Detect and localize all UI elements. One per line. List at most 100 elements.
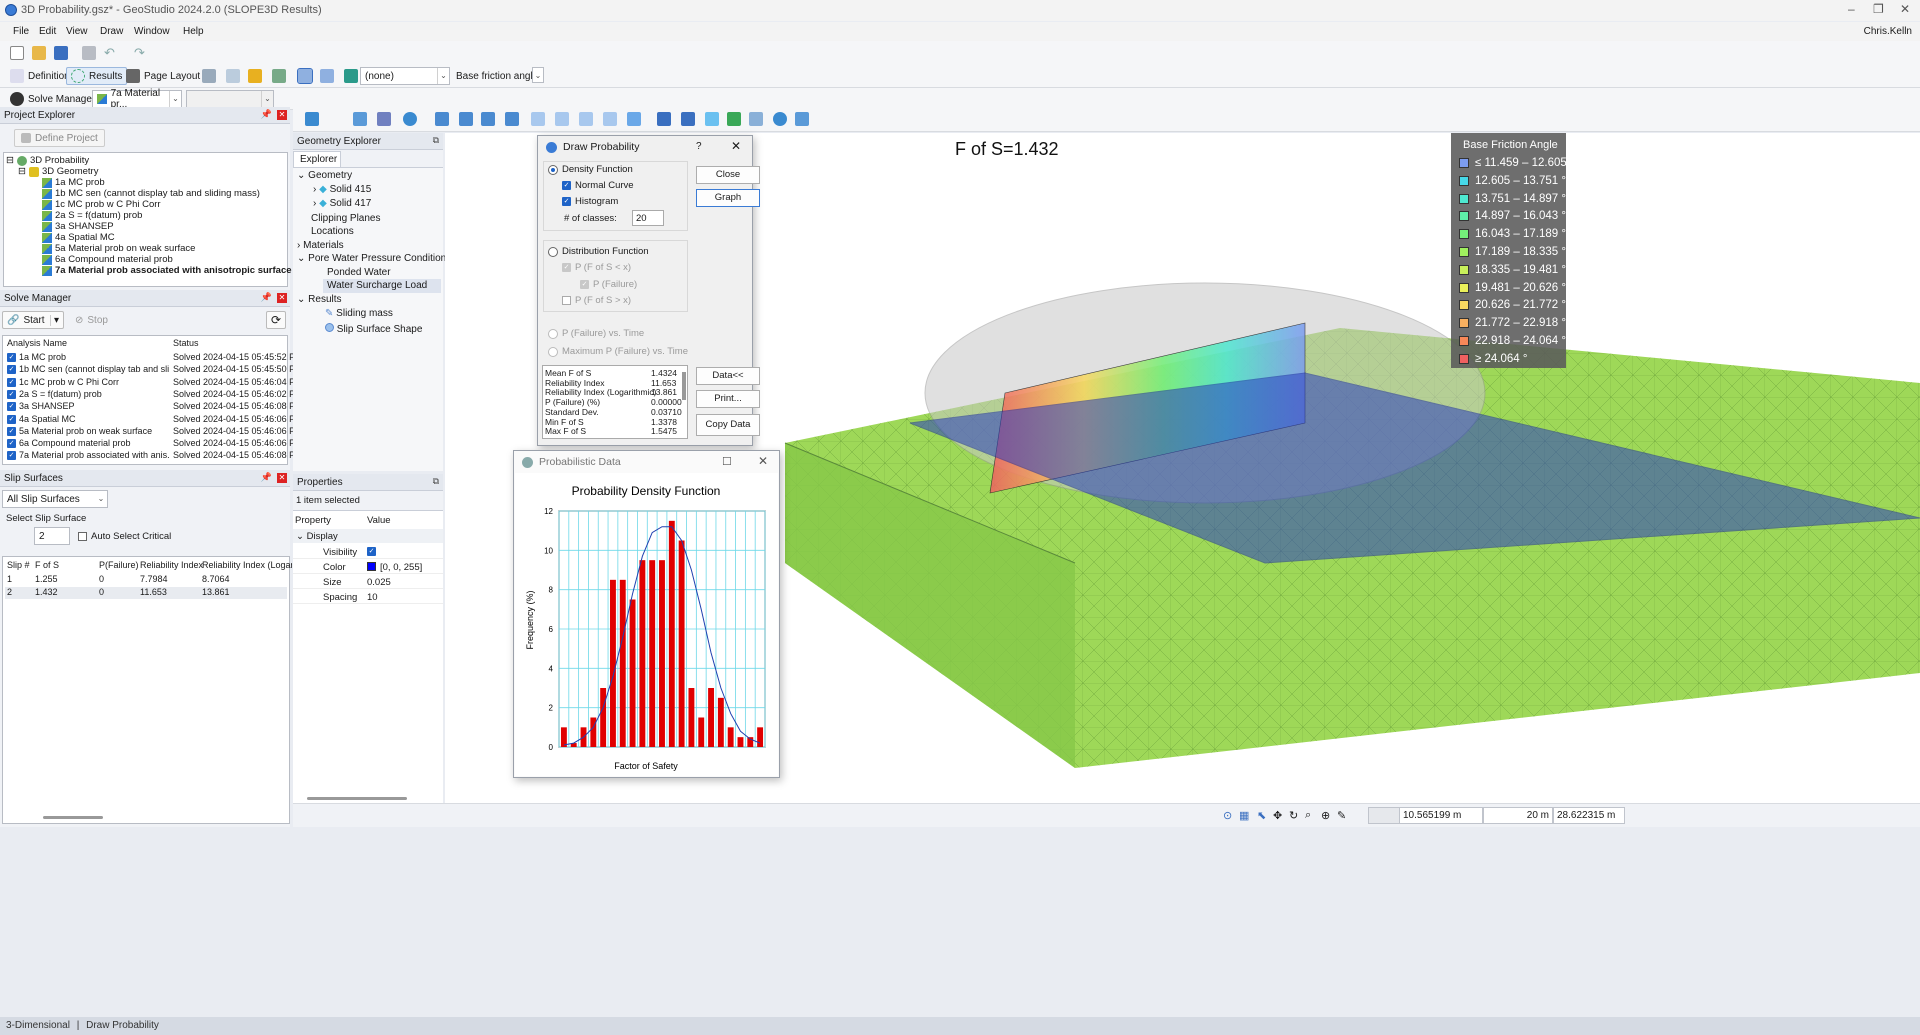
close-button[interactable]: Close <box>696 166 760 184</box>
vertical-scrollbar[interactable] <box>682 372 686 400</box>
tree-locations[interactable]: Locations <box>311 226 354 237</box>
pin-icon[interactable]: ⧉ <box>433 476 439 487</box>
results-button[interactable]: Results <box>66 67 128 85</box>
table-row[interactable]: 1 1.255 0 7.7984 8.7064 <box>5 574 287 586</box>
view-iso-icon[interactable] <box>603 112 617 126</box>
copy-data-button[interactable]: Copy Data <box>696 414 760 436</box>
tree-analysis-1c[interactable]: 1c MC prob w C Phi Corr <box>42 199 161 210</box>
checkbox-icon[interactable]: ✓ <box>7 451 16 461</box>
tree-analysis-1a[interactable]: 1a MC prob <box>42 177 105 188</box>
parameter-combo[interactable]: Base friction angle ⌄ <box>452 67 544 85</box>
table-row[interactable]: ✓ 4a Spatial MC Solved 2024-04-15 05:46:06… <box>5 414 303 426</box>
tree-solid-417[interactable]: › ◆ Solid 417 <box>313 198 371 209</box>
solve-manager-button[interactable]: Solve Manager <box>5 90 100 108</box>
tab-explorer[interactable]: Explorer <box>293 151 341 167</box>
tree-ponded-water[interactable]: Ponded Water <box>327 267 391 278</box>
tree-analysis-3a[interactable]: 3a SHANSEP <box>42 221 114 232</box>
table-row[interactable]: ✓ 1a MC prob Solved 2024-04-15 05:45:52 PM <box>5 352 303 364</box>
pin-icon[interactable]: ⧉ <box>433 135 439 146</box>
density-radio[interactable]: Density Function <box>548 164 633 175</box>
redo-icon[interactable]: ↷ <box>134 45 145 61</box>
tree-geometry[interactable]: ⊟ 3D Geometry <box>18 166 98 177</box>
tree-sliding-mass[interactable]: ✎ Sliding mass <box>325 308 393 319</box>
data-button[interactable]: Data<< <box>696 367 760 385</box>
tree-analysis-1b[interactable]: 1b MC sen (cannot display tab and slidin… <box>42 188 260 199</box>
classes-input[interactable]: 20 <box>632 210 664 226</box>
material-icon[interactable] <box>727 112 741 126</box>
definition-button[interactable]: Definition <box>5 67 75 85</box>
table-row[interactable]: ✓ 7a Material prob associated with anis..… <box>5 450 303 462</box>
rotate-icon[interactable]: ↻ <box>1289 809 1298 822</box>
new-file-icon[interactable] <box>10 46 24 60</box>
tree-solid-415[interactable]: › ◆ Solid 415 <box>313 184 371 195</box>
pin-icon[interactable]: 📌 <box>261 292 272 303</box>
checkbox-icon[interactable]: ✓ <box>7 389 16 399</box>
menu-edit[interactable]: Edit <box>39 26 56 37</box>
grid-icon[interactable] <box>202 69 216 83</box>
checkbox-icon[interactable]: ✓ <box>7 426 16 436</box>
menu-help[interactable]: Help <box>183 26 204 37</box>
view-front-icon[interactable] <box>531 112 545 126</box>
checkbox-icon[interactable]: ✓ <box>7 353 16 362</box>
undo-icon[interactable]: ↶ <box>104 45 115 61</box>
tree-slip-surface-shape[interactable]: Slip Surface Shape <box>325 323 422 335</box>
checkbox-icon[interactable]: ✓ <box>7 414 16 424</box>
p-less-checkbox[interactable]: ✓ P (F of S < x) <box>562 262 631 273</box>
print-icon[interactable] <box>82 46 96 60</box>
view-mode-icon[interactable] <box>305 112 319 126</box>
menu-draw[interactable]: Draw <box>100 26 123 37</box>
tree-root[interactable]: ⊟ 3D Probability <box>6 155 89 166</box>
start-button[interactable]: 🔗 Start ▾ <box>2 311 64 329</box>
histogram-checkbox[interactable]: ✓ Histogram <box>562 196 618 207</box>
pin-icon[interactable]: 📌 <box>261 472 272 483</box>
minimize-icon[interactable]: – <box>1848 2 1855 16</box>
tree-analysis-4a[interactable]: 4a Spatial MC <box>42 232 115 243</box>
move-icon[interactable]: ✥ <box>1273 809 1282 822</box>
restore-icon[interactable]: ❐ <box>1873 2 1884 16</box>
checkbox-icon[interactable]: ✓ <box>7 365 16 375</box>
table-icon[interactable] <box>226 69 240 83</box>
pan-icon[interactable] <box>627 112 641 126</box>
settings-icon[interactable] <box>403 112 417 126</box>
close-icon[interactable]: ✕ <box>277 110 287 120</box>
refresh-button[interactable]: ⟳ <box>266 311 287 329</box>
close-icon[interactable]: ✕ <box>277 473 287 483</box>
view-side-icon[interactable] <box>579 112 593 126</box>
close-icon[interactable]: ✕ <box>731 139 741 153</box>
graph-icon[interactable] <box>272 69 286 83</box>
close-icon[interactable]: ✕ <box>758 454 768 468</box>
horizontal-scrollbar[interactable] <box>307 797 407 800</box>
slip-number-input[interactable]: 2 <box>34 527 70 545</box>
zoom-in-icon[interactable] <box>435 112 449 126</box>
zoom-icon[interactable]: ⌕ <box>1305 809 1311 822</box>
solid-icon[interactable] <box>681 112 695 126</box>
tree-pwp[interactable]: ⌄ Pore Water Pressure Conditions <box>297 253 451 264</box>
table-row[interactable]: ✓ 5a Material prob on weak surface Solved … <box>5 426 303 438</box>
pen-icon[interactable]: ✎ <box>1337 809 1346 822</box>
tree-results[interactable]: ⌄ Results <box>297 294 342 305</box>
isosurface-icon[interactable] <box>344 69 358 83</box>
table-row[interactable]: ✓ 2a S = f(datum) prob Solved 2024-04-15 0… <box>5 389 303 401</box>
graph-button[interactable]: Graph <box>696 189 760 207</box>
mesh-icon[interactable] <box>749 112 763 126</box>
tree-water-surcharge[interactable]: Water Surcharge Load <box>327 280 427 291</box>
max-p-time-radio[interactable]: Maximum P (Failure) vs. Time <box>548 346 688 357</box>
p-time-radio[interactable]: P (Failure) vs. Time <box>548 328 644 339</box>
tree-analysis-2a[interactable]: 2a S = f(datum) prob <box>42 210 142 221</box>
tree-analysis-7a[interactable]: 7a Material prob associated with anisotr… <box>42 265 292 276</box>
tree-materials[interactable]: › Materials <box>297 240 344 251</box>
stop-button[interactable]: ⊘ Stop <box>70 311 113 329</box>
grid-toggle-icon[interactable]: ▦ <box>1239 809 1249 822</box>
contour-icon[interactable] <box>248 69 262 83</box>
table-row[interactable]: ✓ 3a SHANSEP Solved 2024-04-15 05:46:08 PM <box>5 401 303 413</box>
menu-view[interactable]: View <box>66 26 88 37</box>
save-icon[interactable] <box>54 46 68 60</box>
section-icon[interactable] <box>377 112 391 126</box>
menu-window[interactable]: Window <box>134 26 170 37</box>
table-row[interactable]: ✓ 1c MC prob w C Phi Corr Solved 2024-04-1… <box>5 377 303 389</box>
normal-curve-checkbox[interactable]: ✓ Normal Curve <box>562 180 634 191</box>
camera-icon[interactable] <box>795 112 809 126</box>
close-window-icon[interactable]: ✕ <box>1900 2 1910 16</box>
snap-icon[interactable]: ⊙ <box>1223 809 1232 822</box>
slip-filter-combo[interactable]: All Slip Surfaces ⌄ <box>2 490 108 508</box>
